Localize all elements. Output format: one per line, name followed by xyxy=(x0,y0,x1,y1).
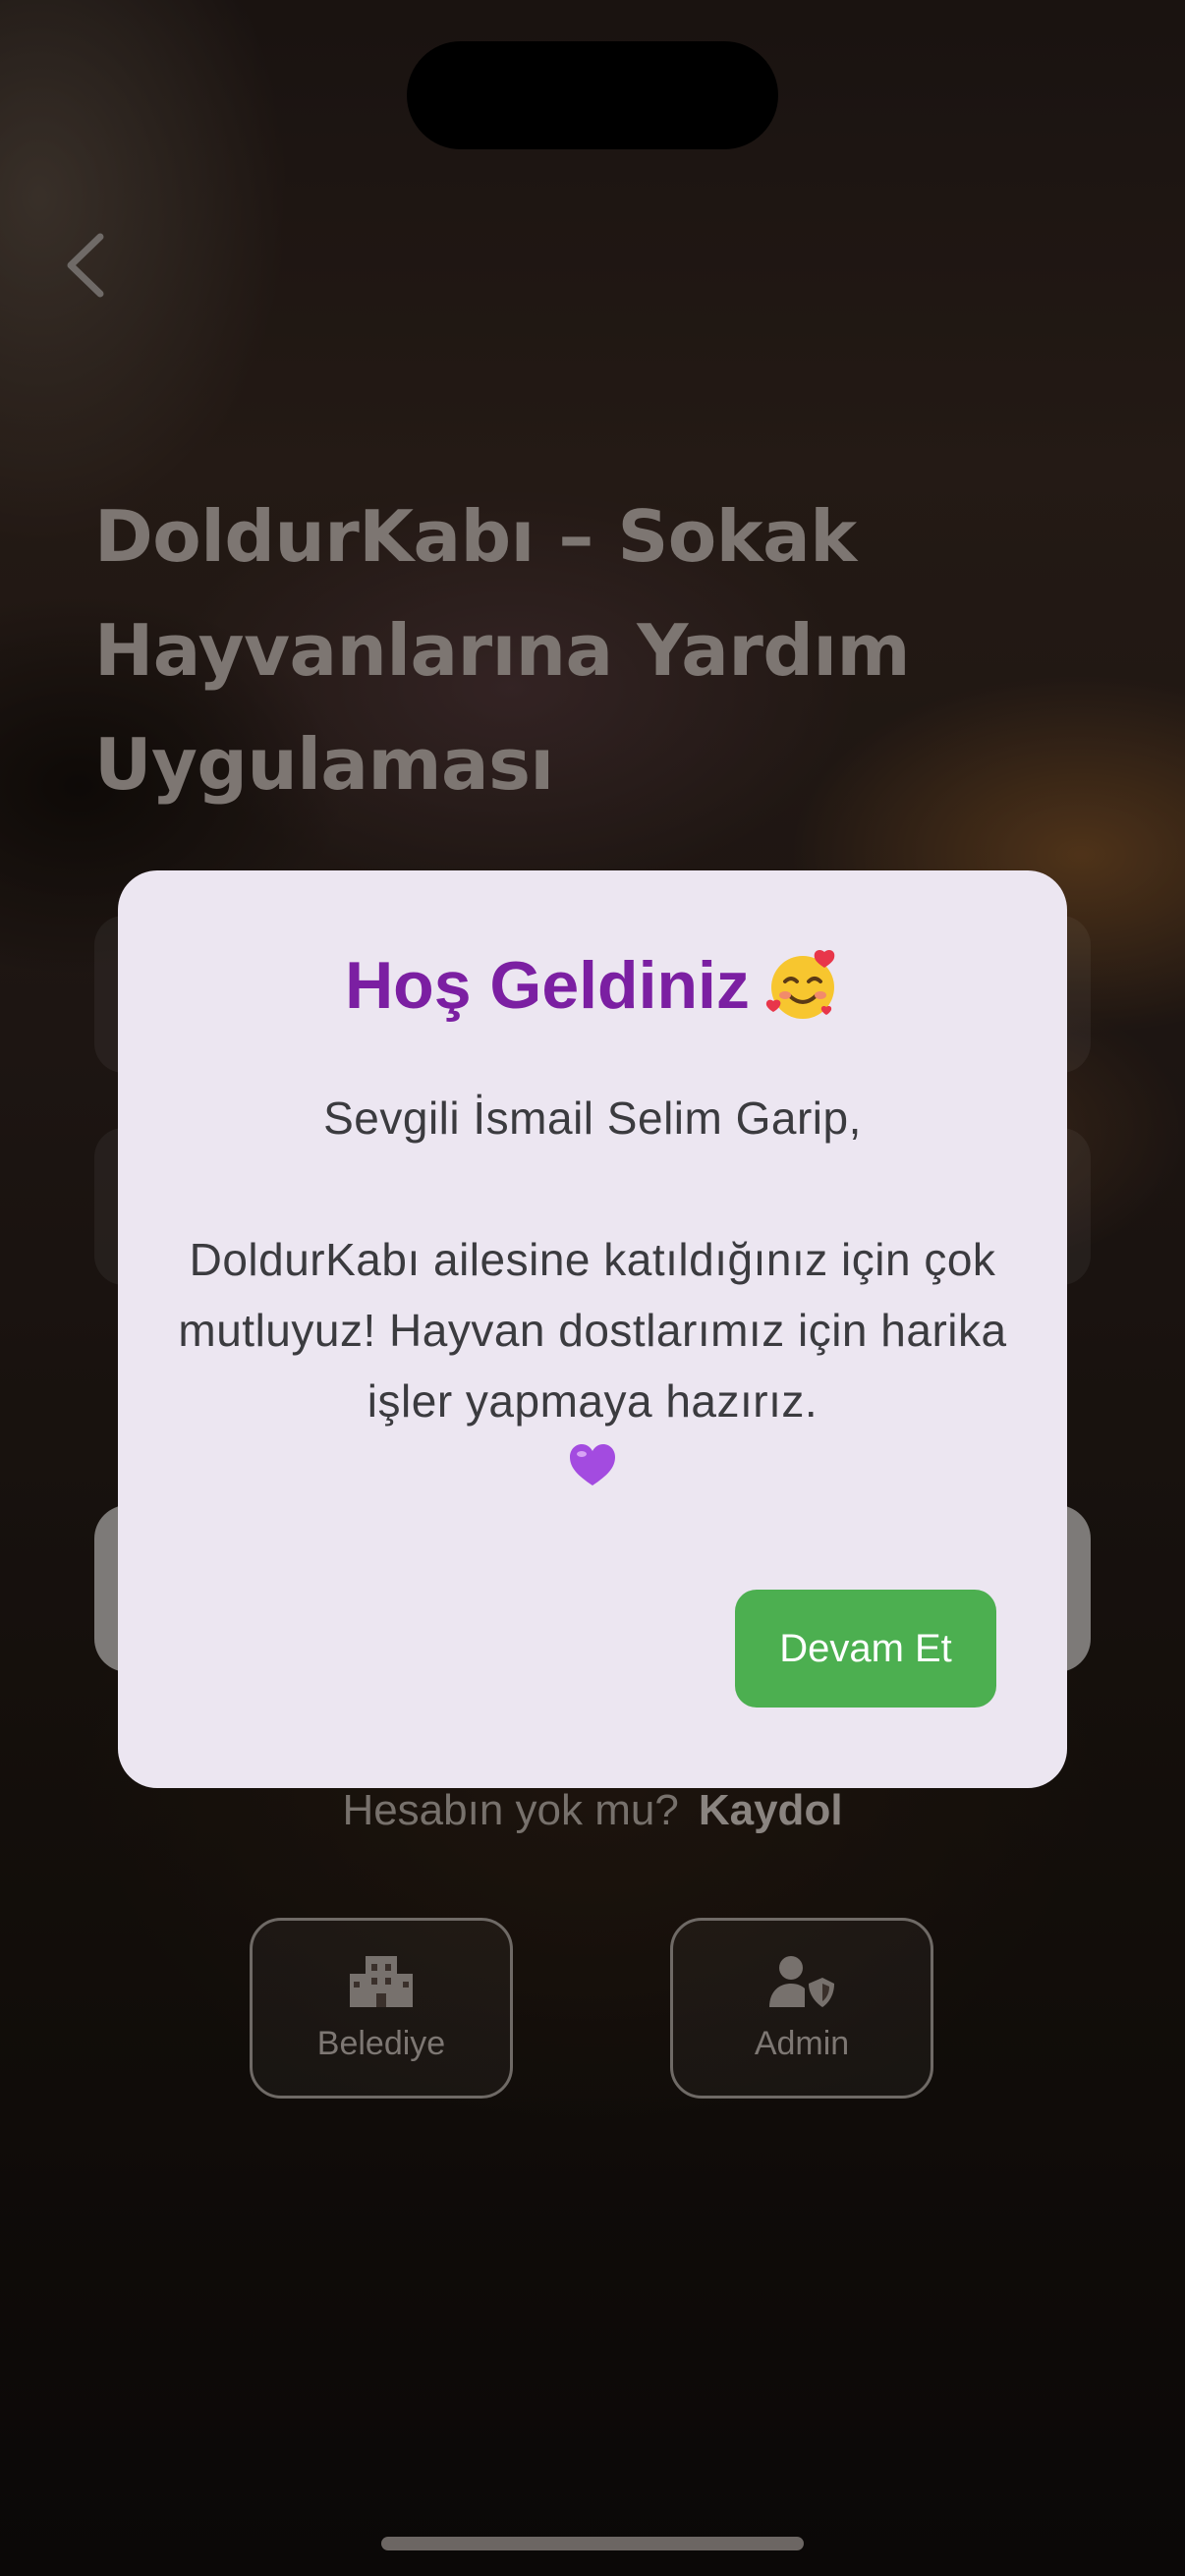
municipality-login-button[interactable]: Belediye xyxy=(250,1918,513,2099)
dialog-message: DoldurKabı ailesine katıldığınız için ço… xyxy=(178,1234,1007,1427)
dynamic-island xyxy=(407,41,778,149)
screen: DoldurKabı – Sokak Hayvanlarına Yardım U… xyxy=(0,0,1185,2576)
dialog-body: Sevgili İsmail Selim Garip, DoldurKabı a… xyxy=(177,1083,1008,1487)
continue-button[interactable]: Devam Et xyxy=(735,1590,996,1708)
signup-prompt: Hesabın yok mu? xyxy=(342,1786,679,1834)
role-label: Belediye xyxy=(316,2024,446,2062)
dialog-title: Hoş Geldiniz xyxy=(118,947,1067,1024)
purple-heart-icon xyxy=(570,1444,615,1485)
page-title: DoldurKabı – Sokak Hayvanlarına Yardım U… xyxy=(94,495,911,806)
signup-row: Hesabın yok mu? Kaydol xyxy=(0,1786,1185,1835)
dialog-title-text: Hoş Geldiniz xyxy=(345,948,750,1023)
role-label: Admin xyxy=(754,2024,850,2062)
back-button[interactable] xyxy=(55,226,114,305)
home-indicator xyxy=(381,2537,804,2550)
user-shield-icon xyxy=(769,1955,834,2007)
dialog-greeting: Sevgili İsmail Selim Garip, xyxy=(323,1092,862,1144)
welcome-dialog: Hoş Geldiniz Sevgili İsmail Selim Garip,… xyxy=(118,870,1067,1788)
signup-link[interactable]: Kaydol xyxy=(699,1786,843,1834)
chevron-left-icon xyxy=(67,233,104,298)
smiling-face-with-hearts-icon xyxy=(765,950,835,1019)
admin-login-button[interactable]: Admin xyxy=(670,1918,933,2099)
building-icon xyxy=(350,1955,413,2007)
